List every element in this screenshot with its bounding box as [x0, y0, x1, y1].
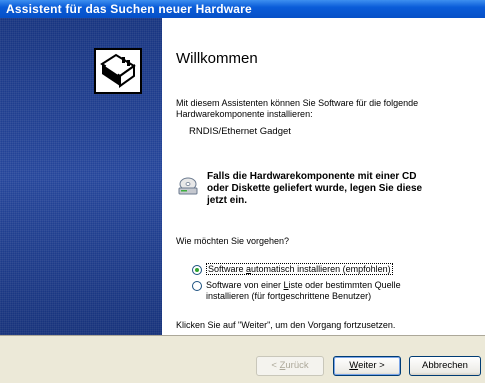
- focus-rect: Software automatisch installieren (empfo…: [206, 263, 393, 275]
- window-title: Assistent für das Suchen neuer Hardware: [6, 2, 252, 16]
- radio-manual-install-label-line2[interactable]: installieren (für fortgeschrittene Benut…: [206, 291, 371, 302]
- page-title: Willkommen: [176, 50, 258, 67]
- continue-hint: Klicken Sie auf "Weiter", um den Vorgang…: [176, 320, 396, 330]
- hardware-card-icon: [94, 48, 142, 94]
- radio-auto-install-label[interactable]: Software automatisch installieren (empfo…: [206, 263, 393, 275]
- cd-drive-icon: [178, 177, 198, 195]
- cd-note-line1: Falls die Hardwarekomponente mit einer C…: [207, 171, 417, 182]
- title-bar[interactable]: Assistent für das Suchen neuer Hardware: [0, 0, 485, 18]
- wizard-window: Assistent für das Suchen neuer Hardware …: [0, 0, 485, 383]
- cancel-button[interactable]: Abbrechen: [409, 356, 481, 376]
- radio-manual-install-label-line1[interactable]: Software von einer Liste oder bestimmten…: [206, 280, 401, 291]
- wizard-sidebar: [0, 18, 162, 335]
- intro-text-line1: Mit diesem Assistenten können Sie Softwa…: [176, 98, 419, 108]
- back-button[interactable]: < Zurück: [256, 356, 324, 376]
- footer-divider: [0, 335, 485, 336]
- cd-note-line2: oder Diskette geliefert wurde, legen Sie…: [207, 183, 423, 194]
- radio-manual-install[interactable]: [192, 281, 202, 291]
- next-button[interactable]: Weiter >: [333, 356, 401, 376]
- radio-auto-install[interactable]: [192, 265, 202, 275]
- device-name: RNDIS/Ethernet Gadget: [189, 126, 291, 137]
- intro-text-line2: Hardwarekomponente installieren:: [176, 109, 313, 119]
- cd-note-line3: jetzt ein.: [207, 195, 248, 206]
- question-text: Wie möchten Sie vorgehen?: [176, 236, 290, 246]
